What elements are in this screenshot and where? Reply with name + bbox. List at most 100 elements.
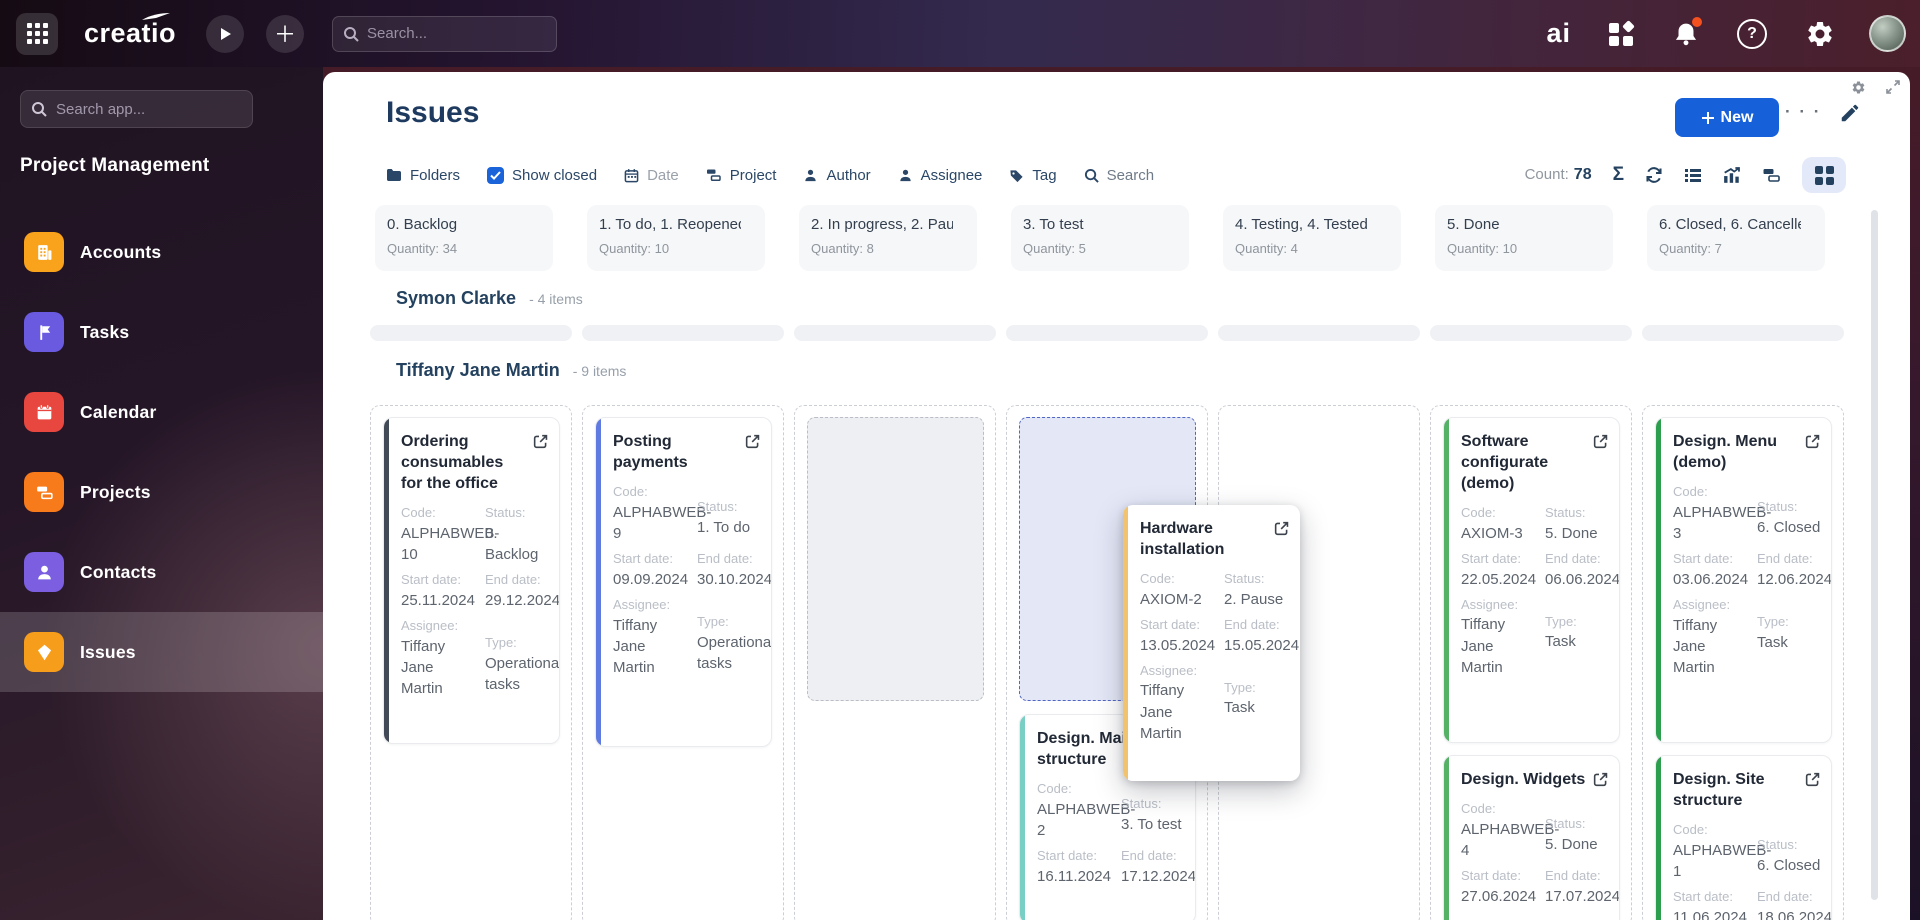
- list-view-button[interactable]: [1684, 167, 1702, 183]
- field-label-assignee: Assignee:: [1140, 662, 1198, 678]
- issue-card-software-configurate[interactable]: Software configurate (demo) Code: AXIOM-3…: [1443, 417, 1620, 743]
- sidebar-item-contacts[interactable]: Contacts: [0, 532, 323, 612]
- collapsed-card-top[interactable]: [582, 325, 784, 341]
- summaries-sigma-button[interactable]: Σ: [1613, 164, 1624, 186]
- kanban-view-button-active[interactable]: [1802, 157, 1846, 193]
- expand-page-icon[interactable]: [1886, 80, 1900, 94]
- dragged-issue-card-hardware-installation[interactable]: Hardware installation Code: AXIOM-2 Statu…: [1123, 505, 1300, 781]
- settings-button[interactable]: [1805, 19, 1835, 49]
- copilot-button[interactable]: [1609, 19, 1635, 47]
- help-button[interactable]: ?: [1737, 18, 1767, 49]
- building-icon: [24, 232, 64, 272]
- card-title: Ordering consumables for the office: [401, 433, 504, 493]
- field-value-assignee: Tiffany Jane Martin: [1140, 682, 1185, 742]
- open-record-icon[interactable]: [532, 433, 549, 450]
- field-value-code: ALPHABWEB-9: [613, 503, 712, 543]
- analytics-view-button[interactable]: [1723, 166, 1741, 184]
- field-value-status: 2. Pause: [1224, 590, 1284, 608]
- assignee-filter[interactable]: Assignee: [898, 167, 982, 184]
- tag-filter[interactable]: Tag: [1009, 167, 1057, 184]
- card-title: Software configurate (demo): [1461, 433, 1549, 493]
- new-record-button[interactable]: New: [1675, 98, 1779, 137]
- app-search-input[interactable]: [56, 100, 231, 118]
- issue-card-ordering-consumables[interactable]: Ordering consumables for the office Code…: [383, 417, 560, 744]
- issue-card-design-menu[interactable]: Design. Menu (demo) Code: ALPHABWEB-3 Sta…: [1655, 417, 1832, 743]
- collapsed-card-top[interactable]: [370, 325, 572, 341]
- filter-label: Author: [826, 166, 871, 184]
- field-value-code: ALPHABWEB-10: [401, 524, 500, 564]
- sidebar-item-label: Projects: [80, 481, 151, 502]
- column-name: 6. Closed, 6. Cancelled: [1659, 216, 1801, 233]
- issue-card-design-site-structure[interactable]: Design. Site structure Code: ALPHABWEB-1 …: [1655, 755, 1832, 920]
- global-search-input[interactable]: [367, 25, 538, 42]
- logo-swoosh-icon: [142, 13, 170, 20]
- card-title: Posting payments: [613, 433, 688, 472]
- column-name: 1. To do, 1. Reopened: [599, 216, 741, 233]
- sidebar-item-calendar[interactable]: Calendar: [0, 372, 323, 452]
- quick-add-button[interactable]: ＋: [266, 14, 305, 53]
- field-value-assignee: Tiffany Jane Martin: [1673, 616, 1718, 677]
- open-record-icon[interactable]: [1804, 433, 1821, 450]
- collapsed-card-top[interactable]: [1642, 325, 1844, 341]
- column-quantity: Quantity: 7: [1659, 241, 1813, 256]
- workspace-selector[interactable]: Project Management: [20, 155, 209, 177]
- search-filter[interactable]: Search: [1084, 166, 1155, 184]
- field-label-type: Type:: [485, 635, 517, 651]
- field-label-end-date: End date:: [1757, 889, 1813, 905]
- issue-card-design-widgets[interactable]: Design. Widgets Code: ALPHABWEB-4 Status:…: [1443, 755, 1620, 920]
- notifications-button[interactable]: [1673, 16, 1702, 47]
- open-record-icon[interactable]: [1592, 771, 1609, 788]
- sidebar-item-label: Contacts: [80, 561, 157, 582]
- field-label-start-date: Start date:: [1037, 848, 1097, 864]
- quantity-label: Quantity:: [1447, 241, 1500, 256]
- show-closed-filter[interactable]: Show closed: [487, 166, 597, 184]
- sidebar-item-projects[interactable]: Projects: [0, 452, 323, 532]
- run-process-button[interactable]: [206, 14, 245, 53]
- app-launcher-button[interactable]: [16, 12, 58, 55]
- group-header-symon-clarke[interactable]: Symon Clarke - 4 items: [383, 288, 583, 309]
- author-filter[interactable]: Author: [803, 166, 871, 184]
- open-record-icon[interactable]: [1804, 771, 1821, 788]
- open-record-icon[interactable]: [1592, 433, 1609, 450]
- dashboard-view-button[interactable]: [1762, 167, 1781, 183]
- refresh-button[interactable]: [1645, 166, 1663, 184]
- group-header-tiffany-jane-martin[interactable]: Tiffany Jane Martin - 9 items: [383, 360, 626, 381]
- page-settings-gear-icon[interactable]: [1851, 80, 1866, 95]
- issue-card-posting-payments[interactable]: Posting payments Code: ALPHABWEB-9 Status…: [595, 417, 772, 747]
- field-label-code: Code:: [1461, 801, 1496, 817]
- date-filter[interactable]: Date: [624, 167, 679, 184]
- folders-filter[interactable]: Folders: [386, 167, 460, 184]
- collapse-sidebar-button[interactable]: [278, 100, 298, 120]
- field-label-assignee: Assignee:: [1461, 596, 1519, 612]
- edit-pencil-icon[interactable]: [1839, 102, 1861, 124]
- global-search[interactable]: [332, 15, 558, 52]
- sidebar-item-tasks[interactable]: Tasks: [0, 292, 323, 372]
- open-record-icon[interactable]: [744, 433, 761, 450]
- field-value-start-date: 11.06.2024: [1673, 908, 1747, 920]
- sidebar-item-accounts[interactable]: Accounts: [0, 212, 323, 292]
- field-label-status: Status:: [1224, 571, 1265, 587]
- field-value-status: 1. To do: [697, 518, 751, 536]
- field-value-end-date: 12.06.2024: [1757, 570, 1832, 588]
- board-vertical-scrollbar[interactable]: [1871, 210, 1878, 900]
- field-value-type: Task: [1757, 633, 1788, 651]
- collapsed-card-top[interactable]: [794, 325, 996, 341]
- field-value-type: Task: [1224, 699, 1255, 717]
- new-button-label: New: [1720, 108, 1754, 126]
- project-filter[interactable]: Project: [706, 167, 776, 184]
- card-status-stripe: [384, 418, 389, 743]
- card-title: Design. Widgets: [1461, 771, 1586, 788]
- count-label: Count:: [1524, 166, 1569, 183]
- quantity-value: 34: [442, 241, 458, 256]
- sidebar-item-issues[interactable]: Issues: [0, 612, 323, 692]
- user-avatar[interactable]: [1869, 15, 1906, 52]
- filter-label: Search: [1106, 166, 1155, 184]
- drop-zone-inprogress: [794, 405, 996, 920]
- app-search[interactable]: [20, 90, 253, 128]
- quantity-label: Quantity:: [1023, 241, 1076, 256]
- collapsed-card-top[interactable]: [1006, 325, 1208, 341]
- collapsed-card-top[interactable]: [1430, 325, 1632, 341]
- more-actions-button[interactable]: · · ·: [1785, 102, 1821, 122]
- collapsed-card-top[interactable]: [1218, 325, 1420, 341]
- open-record-icon[interactable]: [1273, 520, 1290, 537]
